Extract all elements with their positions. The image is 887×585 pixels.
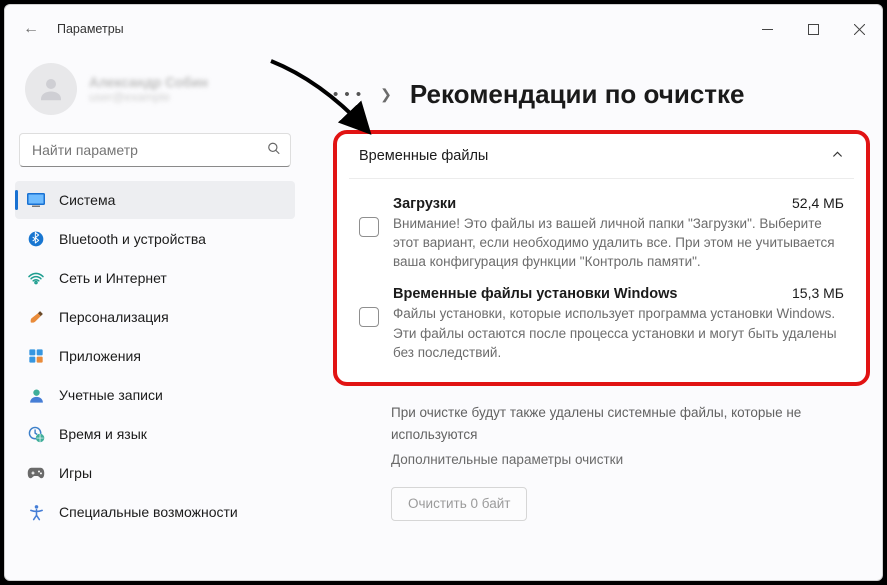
divider bbox=[349, 178, 854, 179]
window-title: Параметры bbox=[57, 22, 124, 36]
bluetooth-icon bbox=[27, 230, 45, 248]
clock-globe-icon bbox=[27, 425, 45, 443]
sidebar-item-accessibility[interactable]: Специальные возможности bbox=[15, 493, 295, 531]
cleanup-button[interactable]: Очистить 0 байт bbox=[391, 487, 527, 521]
sidebar-item-label: Bluetooth и устройства bbox=[59, 231, 206, 247]
cleanup-note: При очистке будут также удалены системны… bbox=[391, 405, 801, 442]
settings-window: ← Параметры Александр Собин user@ bbox=[4, 4, 883, 581]
sidebar-item-apps[interactable]: Приложения bbox=[15, 337, 295, 375]
advanced-cleanup-link[interactable]: Дополнительные параметры очистки bbox=[391, 449, 880, 471]
sidebar-item-gaming[interactable]: Игры bbox=[15, 454, 295, 492]
main-content: • • • ❯ Рекомендации по очистке Временны… bbox=[305, 53, 882, 580]
sidebar-item-network[interactable]: Сеть и Интернет bbox=[15, 259, 295, 297]
sidebar-item-label: Персонализация bbox=[59, 309, 169, 325]
minimize-button[interactable] bbox=[744, 13, 790, 45]
sidebar-item-label: Учетные записи bbox=[59, 387, 163, 403]
section-title: Временные файлы bbox=[359, 148, 488, 164]
apps-icon bbox=[27, 347, 45, 365]
minimize-icon bbox=[762, 24, 773, 35]
chevron-up-icon bbox=[831, 148, 844, 161]
wifi-icon bbox=[27, 269, 45, 287]
sidebar-item-accounts[interactable]: Учетные записи bbox=[15, 376, 295, 414]
checkbox-downloads[interactable] bbox=[359, 217, 379, 237]
breadcrumb: • • • ❯ Рекомендации по очистке bbox=[333, 79, 880, 110]
gamepad-icon bbox=[27, 464, 45, 482]
item-title: Загрузки bbox=[393, 196, 456, 212]
cleanup-item-downloads: Загрузки 52,4 МБ Внимание! Это файлы из … bbox=[359, 195, 844, 271]
collapse-button[interactable] bbox=[831, 148, 844, 164]
close-button[interactable] bbox=[836, 13, 882, 45]
cleanup-item-windows-installer-temp: Временные файлы установки Windows 15,3 М… bbox=[359, 285, 844, 361]
account-name: Александр Собин bbox=[89, 75, 208, 90]
system-icon bbox=[27, 191, 45, 209]
sidebar-item-label: Приложения bbox=[59, 348, 141, 364]
accessibility-icon bbox=[27, 503, 45, 521]
maximize-button[interactable] bbox=[790, 13, 836, 45]
sidebar-item-label: Сеть и Интернет bbox=[59, 270, 167, 286]
temp-files-section: Временные файлы Загрузки 52,4 МБ Внимани… bbox=[333, 130, 870, 386]
close-icon bbox=[854, 24, 865, 35]
item-description: Внимание! Это файлы из вашей личной папк… bbox=[393, 214, 844, 271]
cleanup-note-block: При очистке будут также удалены системны… bbox=[391, 402, 880, 471]
search-icon bbox=[267, 142, 281, 159]
accounts-icon bbox=[27, 386, 45, 404]
sidebar-item-system[interactable]: Система bbox=[15, 181, 295, 219]
back-button[interactable]: ← bbox=[23, 20, 39, 38]
sidebar-item-label: Специальные возможности bbox=[59, 504, 238, 520]
avatar-icon bbox=[36, 74, 66, 104]
sidebar-item-time-language[interactable]: Время и язык bbox=[15, 415, 295, 453]
chevron-right-icon: ❯ bbox=[380, 86, 392, 103]
brush-icon bbox=[27, 308, 45, 326]
sidebar-item-personalization[interactable]: Персонализация bbox=[15, 298, 295, 336]
breadcrumb-ellipsis[interactable]: • • • bbox=[333, 86, 362, 103]
search-input[interactable] bbox=[19, 133, 291, 167]
sidebar-item-label: Игры bbox=[59, 465, 92, 481]
sidebar-item-label: Время и язык bbox=[59, 426, 147, 442]
sidebar-item-bluetooth[interactable]: Bluetooth и устройства bbox=[15, 220, 295, 258]
titlebar: ← Параметры bbox=[5, 5, 882, 53]
item-title: Временные файлы установки Windows bbox=[393, 286, 677, 302]
item-size: 52,4 МБ bbox=[792, 195, 844, 211]
sidebar: Александр Собин user@example Система bbox=[5, 53, 305, 580]
page-title: Рекомендации по очистке bbox=[410, 79, 745, 110]
sidebar-item-label: Система bbox=[59, 192, 115, 208]
item-description: Файлы установки, которые использует прог… bbox=[393, 304, 844, 361]
maximize-icon bbox=[808, 24, 819, 35]
account-sub: user@example bbox=[89, 90, 208, 104]
item-size: 15,3 МБ bbox=[792, 285, 844, 301]
account-block[interactable]: Александр Собин user@example bbox=[15, 53, 295, 133]
checkbox-windows-installer-temp[interactable] bbox=[359, 307, 379, 327]
avatar bbox=[25, 63, 77, 115]
